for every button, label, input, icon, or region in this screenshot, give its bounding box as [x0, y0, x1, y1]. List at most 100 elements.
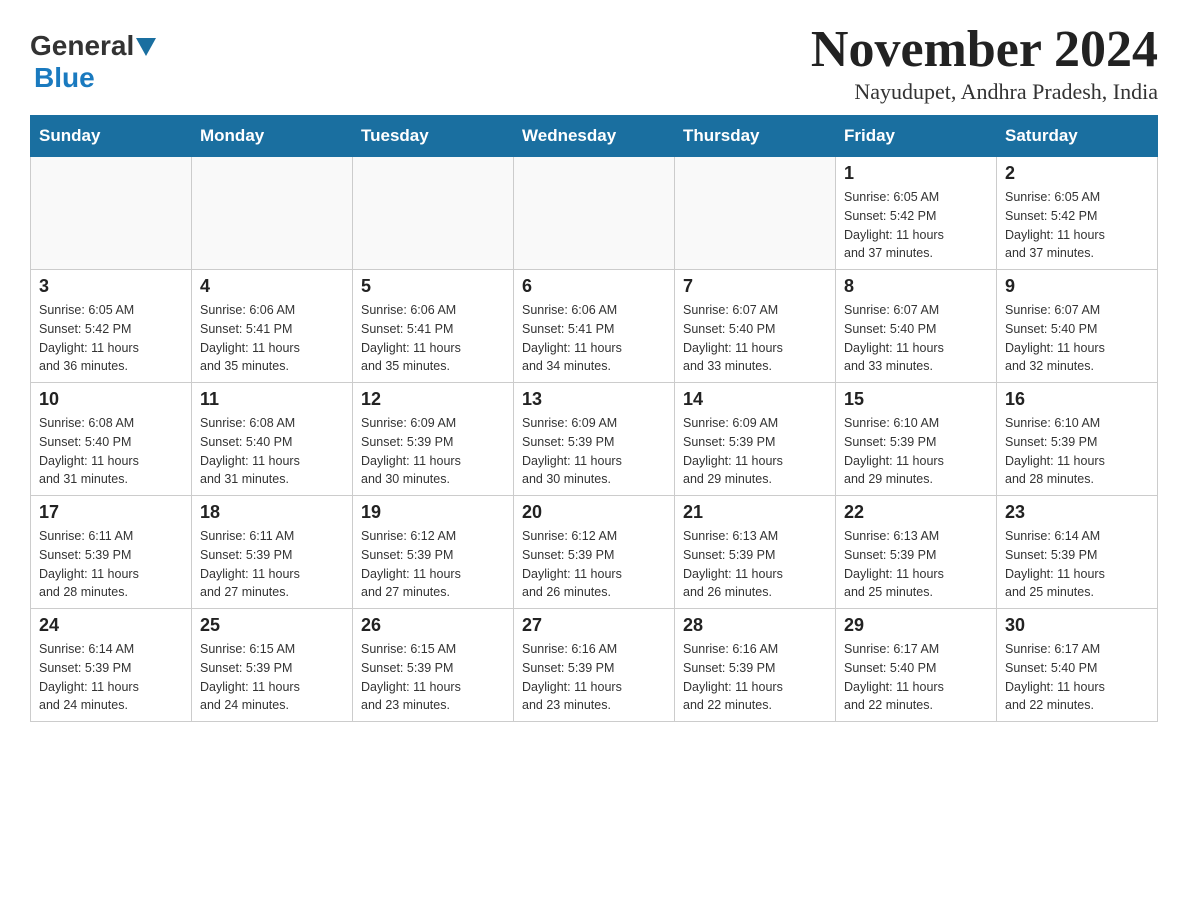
day-info: Sunrise: 6:14 AMSunset: 5:39 PMDaylight:… — [1005, 527, 1149, 602]
weekday-header-thursday: Thursday — [675, 116, 836, 157]
logo-blue-text: Blue — [34, 62, 95, 94]
day-number: 13 — [522, 389, 666, 410]
calendar-day-cell: 22 Sunrise: 6:13 AMSunset: 5:39 PMDayligh… — [836, 496, 997, 609]
day-info: Sunrise: 6:12 AMSunset: 5:39 PMDaylight:… — [522, 527, 666, 602]
day-info: Sunrise: 6:17 AMSunset: 5:40 PMDaylight:… — [1005, 640, 1149, 715]
day-info: Sunrise: 6:11 AMSunset: 5:39 PMDaylight:… — [39, 527, 183, 602]
calendar-week-row: 1 Sunrise: 6:05 AMSunset: 5:42 PMDaylight… — [31, 157, 1158, 270]
calendar-day-cell: 1 Sunrise: 6:05 AMSunset: 5:42 PMDaylight… — [836, 157, 997, 270]
calendar-day-cell — [31, 157, 192, 270]
page-subtitle: Nayudupet, Andhra Pradesh, India — [811, 79, 1158, 105]
weekday-header-tuesday: Tuesday — [353, 116, 514, 157]
calendar-week-row: 3Sunrise: 6:05 AMSunset: 5:42 PMDaylight… — [31, 270, 1158, 383]
day-number: 27 — [522, 615, 666, 636]
calendar-day-cell: 23 Sunrise: 6:14 AMSunset: 5:39 PMDayligh… — [997, 496, 1158, 609]
calendar-day-cell: 2Sunrise: 6:05 AMSunset: 5:42 PMDaylight… — [997, 157, 1158, 270]
weekday-header-monday: Monday — [192, 116, 353, 157]
day-number: 25 — [200, 615, 344, 636]
day-info: Sunrise: 6:11 AMSunset: 5:39 PMDaylight:… — [200, 527, 344, 602]
calendar-day-cell: 11 Sunrise: 6:08 AMSunset: 5:40 PMDayligh… — [192, 383, 353, 496]
weekday-header-sunday: Sunday — [31, 116, 192, 157]
day-info: Sunrise: 6:06 AMSunset: 5:41 PMDaylight:… — [361, 301, 505, 376]
day-number: 24 — [39, 615, 183, 636]
title-block: November 2024 Nayudupet, Andhra Pradesh,… — [811, 20, 1158, 105]
weekday-header-friday: Friday — [836, 116, 997, 157]
day-info: Sunrise: 6:10 AMSunset: 5:39 PMDaylight:… — [844, 414, 988, 489]
day-number: 22 — [844, 502, 988, 523]
day-number: 29 — [844, 615, 988, 636]
calendar-day-cell: 9 Sunrise: 6:07 AMSunset: 5:40 PMDaylight… — [997, 270, 1158, 383]
calendar-day-cell: 7Sunrise: 6:07 AMSunset: 5:40 PMDaylight… — [675, 270, 836, 383]
weekday-header-saturday: Saturday — [997, 116, 1158, 157]
calendar-day-cell — [353, 157, 514, 270]
day-number: 10 — [39, 389, 183, 410]
day-info: Sunrise: 6:10 AMSunset: 5:39 PMDaylight:… — [1005, 414, 1149, 489]
calendar-day-cell: 27 Sunrise: 6:16 AMSunset: 5:39 PMDayligh… — [514, 609, 675, 722]
day-number: 18 — [200, 502, 344, 523]
calendar-day-cell: 21 Sunrise: 6:13 AMSunset: 5:39 PMDayligh… — [675, 496, 836, 609]
day-number: 11 — [200, 389, 344, 410]
calendar-day-cell: 19 Sunrise: 6:12 AMSunset: 5:39 PMDayligh… — [353, 496, 514, 609]
calendar-day-cell — [192, 157, 353, 270]
day-info: Sunrise: 6:17 AMSunset: 5:40 PMDaylight:… — [844, 640, 988, 715]
calendar-day-cell: 5 Sunrise: 6:06 AMSunset: 5:41 PMDaylight… — [353, 270, 514, 383]
day-info: Sunrise: 6:12 AMSunset: 5:39 PMDaylight:… — [361, 527, 505, 602]
day-number: 26 — [361, 615, 505, 636]
day-info: Sunrise: 6:07 AMSunset: 5:40 PMDaylight:… — [683, 301, 827, 376]
calendar-day-cell: 17 Sunrise: 6:11 AMSunset: 5:39 PMDayligh… — [31, 496, 192, 609]
day-info: Sunrise: 6:09 AMSunset: 5:39 PMDaylight:… — [361, 414, 505, 489]
day-number: 30 — [1005, 615, 1149, 636]
day-info: Sunrise: 6:06 AMSunset: 5:41 PMDaylight:… — [200, 301, 344, 376]
calendar-day-cell: 24 Sunrise: 6:14 AMSunset: 5:39 PMDayligh… — [31, 609, 192, 722]
day-info: Sunrise: 6:15 AMSunset: 5:39 PMDaylight:… — [200, 640, 344, 715]
day-number: 14 — [683, 389, 827, 410]
calendar-day-cell: 30 Sunrise: 6:17 AMSunset: 5:40 PMDayligh… — [997, 609, 1158, 722]
calendar-day-cell: 20Sunrise: 6:12 AMSunset: 5:39 PMDayligh… — [514, 496, 675, 609]
logo: General Blue — [30, 30, 156, 94]
day-info: Sunrise: 6:09 AMSunset: 5:39 PMDaylight:… — [683, 414, 827, 489]
day-info: Sunrise: 6:08 AMSunset: 5:40 PMDaylight:… — [39, 414, 183, 489]
calendar-day-cell: 16Sunrise: 6:10 AMSunset: 5:39 PMDayligh… — [997, 383, 1158, 496]
day-number: 21 — [683, 502, 827, 523]
day-number: 15 — [844, 389, 988, 410]
day-number: 6 — [522, 276, 666, 297]
day-number: 12 — [361, 389, 505, 410]
day-number: 5 — [361, 276, 505, 297]
day-info: Sunrise: 6:14 AMSunset: 5:39 PMDaylight:… — [39, 640, 183, 715]
logo-arrow-icon — [136, 38, 156, 56]
day-info: Sunrise: 6:16 AMSunset: 5:39 PMDaylight:… — [522, 640, 666, 715]
day-number: 28 — [683, 615, 827, 636]
day-number: 1 — [844, 163, 988, 184]
day-number: 17 — [39, 502, 183, 523]
calendar-day-cell: 29 Sunrise: 6:17 AMSunset: 5:40 PMDayligh… — [836, 609, 997, 722]
calendar-day-cell: 10 Sunrise: 6:08 AMSunset: 5:40 PMDayligh… — [31, 383, 192, 496]
calendar-day-cell: 18 Sunrise: 6:11 AMSunset: 5:39 PMDayligh… — [192, 496, 353, 609]
calendar-day-cell: 12 Sunrise: 6:09 AMSunset: 5:39 PMDayligh… — [353, 383, 514, 496]
calendar-day-cell: 26 Sunrise: 6:15 AMSunset: 5:39 PMDayligh… — [353, 609, 514, 722]
day-info: Sunrise: 6:16 AMSunset: 5:39 PMDaylight:… — [683, 640, 827, 715]
calendar-week-row: 24 Sunrise: 6:14 AMSunset: 5:39 PMDayligh… — [31, 609, 1158, 722]
day-info: Sunrise: 6:08 AMSunset: 5:40 PMDaylight:… — [200, 414, 344, 489]
day-number: 9 — [1005, 276, 1149, 297]
calendar-week-row: 17 Sunrise: 6:11 AMSunset: 5:39 PMDayligh… — [31, 496, 1158, 609]
calendar-day-cell: 6Sunrise: 6:06 AMSunset: 5:41 PMDaylight… — [514, 270, 675, 383]
calendar-day-cell: 14 Sunrise: 6:09 AMSunset: 5:39 PMDayligh… — [675, 383, 836, 496]
day-info: Sunrise: 6:05 AMSunset: 5:42 PMDaylight:… — [844, 188, 988, 263]
logo-general-text: General — [30, 30, 134, 62]
day-number: 19 — [361, 502, 505, 523]
day-info: Sunrise: 6:07 AMSunset: 5:40 PMDaylight:… — [1005, 301, 1149, 376]
day-info: Sunrise: 6:13 AMSunset: 5:39 PMDaylight:… — [844, 527, 988, 602]
page-header: General Blue November 2024 Nayudupet, An… — [30, 20, 1158, 105]
day-number: 23 — [1005, 502, 1149, 523]
calendar-day-cell: 28 Sunrise: 6:16 AMSunset: 5:39 PMDayligh… — [675, 609, 836, 722]
day-info: Sunrise: 6:09 AMSunset: 5:39 PMDaylight:… — [522, 414, 666, 489]
calendar-day-cell: 15 Sunrise: 6:10 AMSunset: 5:39 PMDayligh… — [836, 383, 997, 496]
day-number: 8 — [844, 276, 988, 297]
calendar-header-row: SundayMondayTuesdayWednesdayThursdayFrid… — [31, 116, 1158, 157]
day-number: 4 — [200, 276, 344, 297]
calendar-day-cell: 3Sunrise: 6:05 AMSunset: 5:42 PMDaylight… — [31, 270, 192, 383]
calendar-week-row: 10 Sunrise: 6:08 AMSunset: 5:40 PMDayligh… — [31, 383, 1158, 496]
day-info: Sunrise: 6:15 AMSunset: 5:39 PMDaylight:… — [361, 640, 505, 715]
weekday-header-wednesday: Wednesday — [514, 116, 675, 157]
day-info: Sunrise: 6:13 AMSunset: 5:39 PMDaylight:… — [683, 527, 827, 602]
